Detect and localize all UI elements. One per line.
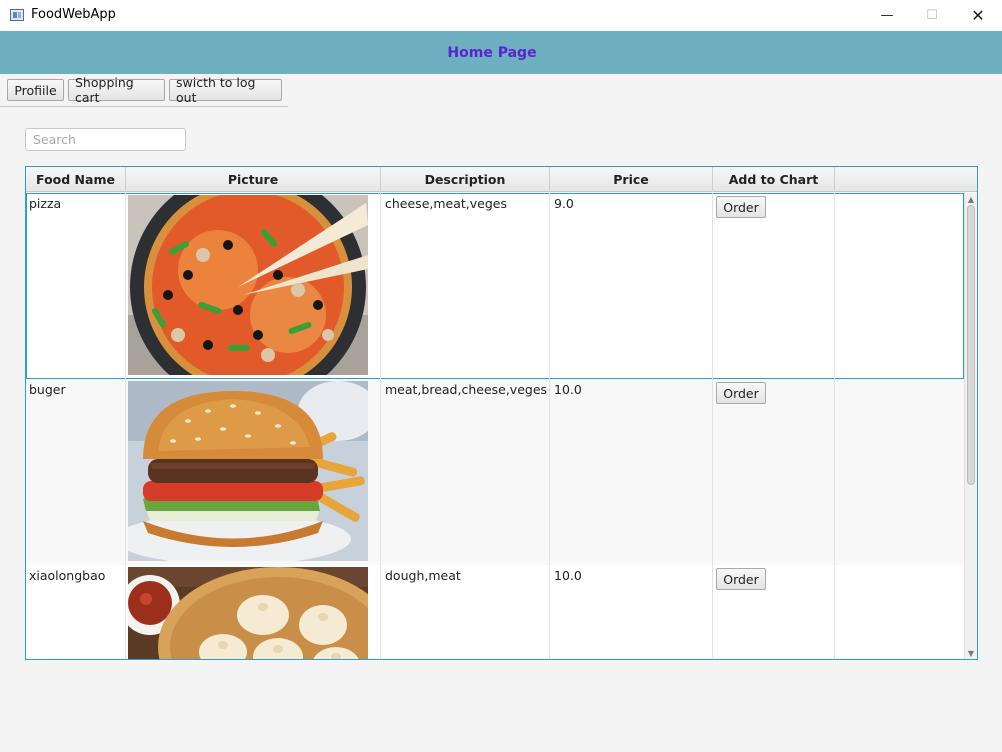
page-title: Home Page bbox=[447, 44, 537, 61]
scrollbar-thumb[interactable] bbox=[967, 205, 975, 485]
pizza-image bbox=[128, 195, 368, 375]
close-icon[interactable]: ✕ bbox=[955, 0, 1001, 31]
add-to-chart-cell: Order bbox=[713, 565, 835, 659]
food-name-cell: pizza bbox=[26, 193, 126, 379]
app-window-icon bbox=[10, 9, 24, 21]
page-header: Home Page bbox=[0, 31, 1002, 74]
price-cell: 9.0 bbox=[550, 193, 713, 379]
order-button[interactable]: Order bbox=[716, 382, 766, 404]
logout-button[interactable]: swicth to log out bbox=[169, 75, 282, 105]
toolbar: Profiile Shopping cart swicth to log out bbox=[0, 74, 288, 107]
table-row[interactable]: pizza cheese,meat,veges 9.0 Order bbox=[26, 193, 964, 379]
empty-cell bbox=[835, 565, 964, 659]
description-cell: cheese,meat,veges bbox=[381, 193, 550, 379]
column-header-description[interactable]: Description bbox=[381, 167, 550, 192]
food-name-cell: buger bbox=[26, 379, 126, 565]
table-vertical-scrollbar[interactable]: ▲ ▼ bbox=[964, 193, 977, 659]
table-body: pizza cheese,meat,veges 9.0 Order buger … bbox=[26, 193, 964, 659]
xiaolongbao-image bbox=[128, 567, 368, 659]
profile-button[interactable]: Profiile bbox=[7, 79, 64, 101]
empty-cell bbox=[835, 193, 964, 379]
picture-cell bbox=[126, 193, 381, 379]
shopping-cart-button[interactable]: Shopping cart bbox=[68, 75, 165, 105]
picture-cell bbox=[126, 565, 381, 659]
description-cell: dough,meat bbox=[381, 565, 550, 659]
food-name-cell: xiaolongbao bbox=[26, 565, 126, 659]
add-to-chart-cell: Order bbox=[713, 379, 835, 565]
picture-cell bbox=[126, 379, 381, 565]
column-header-price[interactable]: Price bbox=[550, 167, 713, 192]
order-button[interactable]: Order bbox=[716, 568, 766, 590]
column-header-add-to-chart[interactable]: Add to Chart bbox=[713, 167, 835, 192]
burger-image bbox=[128, 381, 368, 561]
window-titlebar: FoodWebApp — ☐ ✕ bbox=[0, 0, 1002, 31]
maximize-icon[interactable]: ☐ bbox=[909, 0, 955, 31]
empty-cell bbox=[835, 379, 964, 565]
search-input[interactable] bbox=[25, 128, 186, 151]
table-row[interactable]: buger meat,bread,cheese,veges 10.0 Order bbox=[26, 379, 964, 565]
scroll-up-arrow-icon[interactable]: ▲ bbox=[965, 193, 977, 205]
column-header-picture[interactable]: Picture bbox=[126, 167, 381, 192]
table-header: Food Name Picture Description Price Add … bbox=[26, 167, 977, 192]
window-title: FoodWebApp bbox=[31, 7, 116, 22]
order-button[interactable]: Order bbox=[716, 196, 766, 218]
minimize-icon[interactable]: — bbox=[864, 0, 910, 31]
food-table: Food Name Picture Description Price Add … bbox=[25, 166, 978, 660]
description-cell: meat,bread,cheese,veges bbox=[381, 379, 550, 565]
price-cell: 10.0 bbox=[550, 379, 713, 565]
column-header-empty bbox=[835, 167, 977, 192]
price-cell: 10.0 bbox=[550, 565, 713, 659]
add-to-chart-cell: Order bbox=[713, 193, 835, 379]
table-row[interactable]: xiaolongbao dough,meat 10.0 Order bbox=[26, 565, 964, 659]
scroll-down-arrow-icon[interactable]: ▼ bbox=[965, 647, 977, 659]
column-header-food-name[interactable]: Food Name bbox=[26, 167, 126, 192]
